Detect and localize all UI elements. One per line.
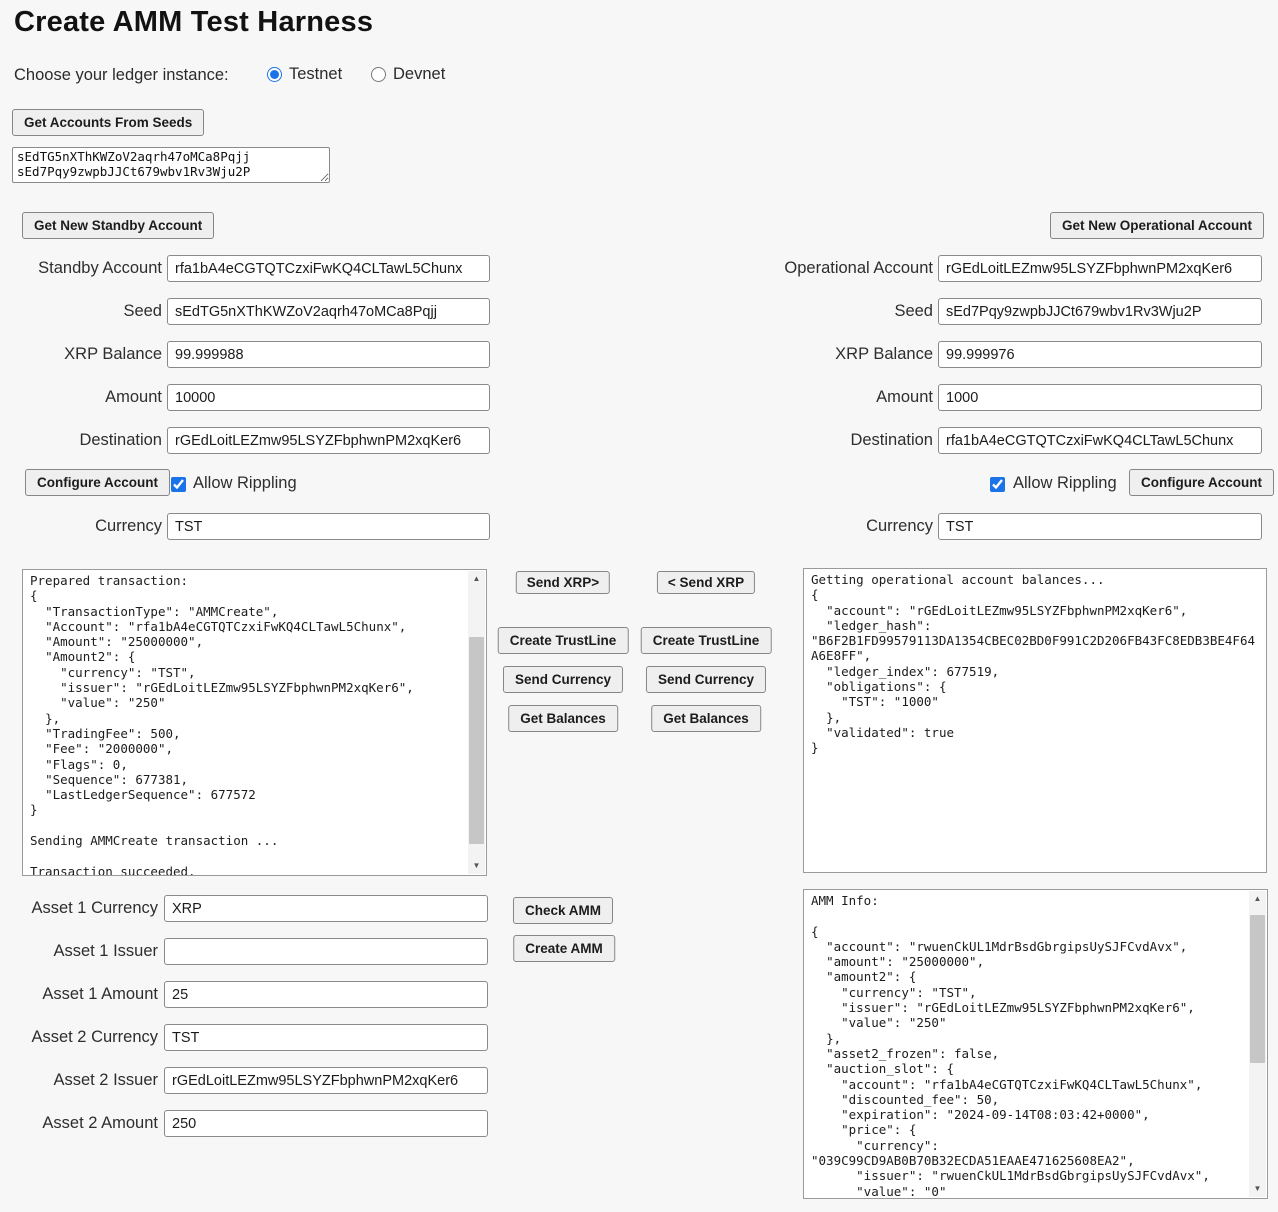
standby-amount-field[interactable] — [167, 384, 490, 411]
amm-info-text: AMM Info: { "account": "rwuenCkUL1MdrBsd… — [811, 893, 1210, 1199]
get-new-operational-account-button[interactable]: Get New Operational Account — [1049, 212, 1264, 239]
devnet-radio[interactable] — [371, 67, 386, 82]
standby-amount-label: Amount — [105, 388, 162, 406]
radio-option-devnet[interactable]: Devnet — [371, 65, 445, 84]
operational-xrp-balance-field[interactable] — [938, 341, 1262, 368]
amm-info-scrollbar[interactable]: ▲ ▼ — [1249, 891, 1266, 1197]
standby-create-trustline-button[interactable]: Create TrustLine — [497, 627, 629, 654]
standby-xrp-balance-field[interactable] — [167, 341, 490, 368]
operational-destination-label: Destination — [850, 431, 933, 449]
standby-allow-rippling-checkbox[interactable] — [171, 477, 186, 492]
operational-xrp-balance-label: XRP Balance — [835, 345, 933, 363]
standby-allow-rippling-label: Allow Rippling — [193, 474, 297, 492]
get-new-standby-account-button[interactable]: Get New Standby Account — [22, 212, 215, 239]
operational-send-xrp-button[interactable]: < Send XRP — [656, 571, 756, 594]
asset2-issuer-label: Asset 2 Issuer — [53, 1071, 158, 1089]
operational-account-field[interactable] — [938, 255, 1262, 282]
asset1-currency-field[interactable] — [164, 895, 488, 922]
get-accounts-from-seeds-button[interactable]: Get Accounts From Seeds — [12, 109, 205, 136]
operational-currency-label: Currency — [866, 517, 933, 535]
operational-get-balances-button[interactable]: Get Balances — [651, 705, 761, 732]
standby-xrp-balance-label: XRP Balance — [64, 345, 162, 363]
asset1-amount-label: Asset 1 Amount — [42, 985, 158, 1003]
standby-account-field[interactable] — [167, 255, 490, 282]
standby-send-xrp-button[interactable]: Send XRP> — [515, 571, 611, 594]
create-amm-button[interactable]: Create AMM — [513, 935, 615, 962]
scrollbar-thumb[interactable] — [469, 637, 484, 844]
standby-console-scrollbar[interactable]: ▲ ▼ — [468, 571, 485, 874]
operational-seed-field[interactable] — [938, 298, 1262, 325]
asset1-issuer-label: Asset 1 Issuer — [53, 942, 158, 960]
operational-allow-rippling-checkbox[interactable] — [990, 477, 1005, 492]
scrollbar-thumb[interactable] — [1250, 915, 1265, 1063]
asset1-issuer-field[interactable] — [164, 938, 488, 965]
standby-configure-account-button[interactable]: Configure Account — [25, 469, 170, 496]
asset2-currency-label: Asset 2 Currency — [31, 1028, 158, 1046]
standby-seed-field[interactable] — [167, 298, 490, 325]
operational-account-label: Operational Account — [784, 259, 933, 277]
asset2-amount-field[interactable] — [164, 1110, 488, 1137]
standby-send-currency-button[interactable]: Send Currency — [502, 666, 624, 693]
standby-destination-field[interactable] — [167, 427, 490, 454]
create-amm-test-harness-page: Create AMM Test Harness Choose your ledg… — [0, 0, 1278, 1212]
scrollbar-up-icon[interactable]: ▲ — [468, 571, 485, 587]
operational-results-text: Getting operational account balances... … — [811, 572, 1256, 756]
amm-info-console[interactable]: AMM Info: { "account": "rwuenCkUL1MdrBsd… — [803, 889, 1268, 1199]
operational-amount-field[interactable] — [938, 384, 1262, 411]
seeds-textarea[interactable]: sEdTG5nXThKWZoV2aqrh47oMCa8Pqjj sEd7Pqy9… — [12, 147, 330, 183]
operational-allow-rippling-label: Allow Rippling — [1013, 474, 1117, 492]
operational-results-console[interactable]: Getting operational account balances... … — [803, 568, 1267, 873]
devnet-radio-label: Devnet — [393, 65, 446, 83]
standby-destination-label: Destination — [79, 431, 162, 449]
asset1-amount-field[interactable] — [164, 981, 488, 1008]
operational-amount-label: Amount — [876, 388, 933, 406]
scrollbar-up-icon[interactable]: ▲ — [1249, 891, 1266, 907]
standby-results-console[interactable]: Prepared transaction: { "TransactionType… — [22, 569, 487, 876]
operational-create-trustline-button[interactable]: Create TrustLine — [640, 627, 772, 654]
operational-destination-field[interactable] — [938, 427, 1262, 454]
standby-get-balances-button[interactable]: Get Balances — [508, 705, 618, 732]
check-amm-button[interactable]: Check AMM — [512, 897, 614, 924]
asset1-currency-label: Asset 1 Currency — [31, 899, 158, 917]
standby-currency-field[interactable] — [167, 513, 490, 540]
page-title: Create AMM Test Harness — [14, 6, 374, 38]
scrollbar-down-icon[interactable]: ▼ — [468, 858, 485, 874]
testnet-radio[interactable] — [267, 67, 282, 82]
ledger-instance-label: Choose your ledger instance: — [14, 66, 229, 84]
operational-seed-label: Seed — [894, 302, 933, 320]
standby-currency-label: Currency — [95, 517, 162, 535]
scrollbar-down-icon[interactable]: ▼ — [1249, 1181, 1266, 1197]
operational-currency-field[interactable] — [938, 513, 1262, 540]
standby-account-label: Standby Account — [38, 259, 162, 277]
standby-results-text: Prepared transaction: { "TransactionType… — [30, 573, 414, 876]
asset2-issuer-field[interactable] — [164, 1067, 488, 1094]
operational-configure-account-button[interactable]: Configure Account — [1129, 469, 1274, 496]
testnet-radio-label: Testnet — [289, 65, 343, 83]
radio-option-testnet[interactable]: Testnet — [267, 65, 342, 84]
operational-send-currency-button[interactable]: Send Currency — [645, 666, 767, 693]
asset2-amount-label: Asset 2 Amount — [42, 1114, 158, 1132]
standby-seed-label: Seed — [123, 302, 162, 320]
asset2-currency-field[interactable] — [164, 1024, 488, 1051]
